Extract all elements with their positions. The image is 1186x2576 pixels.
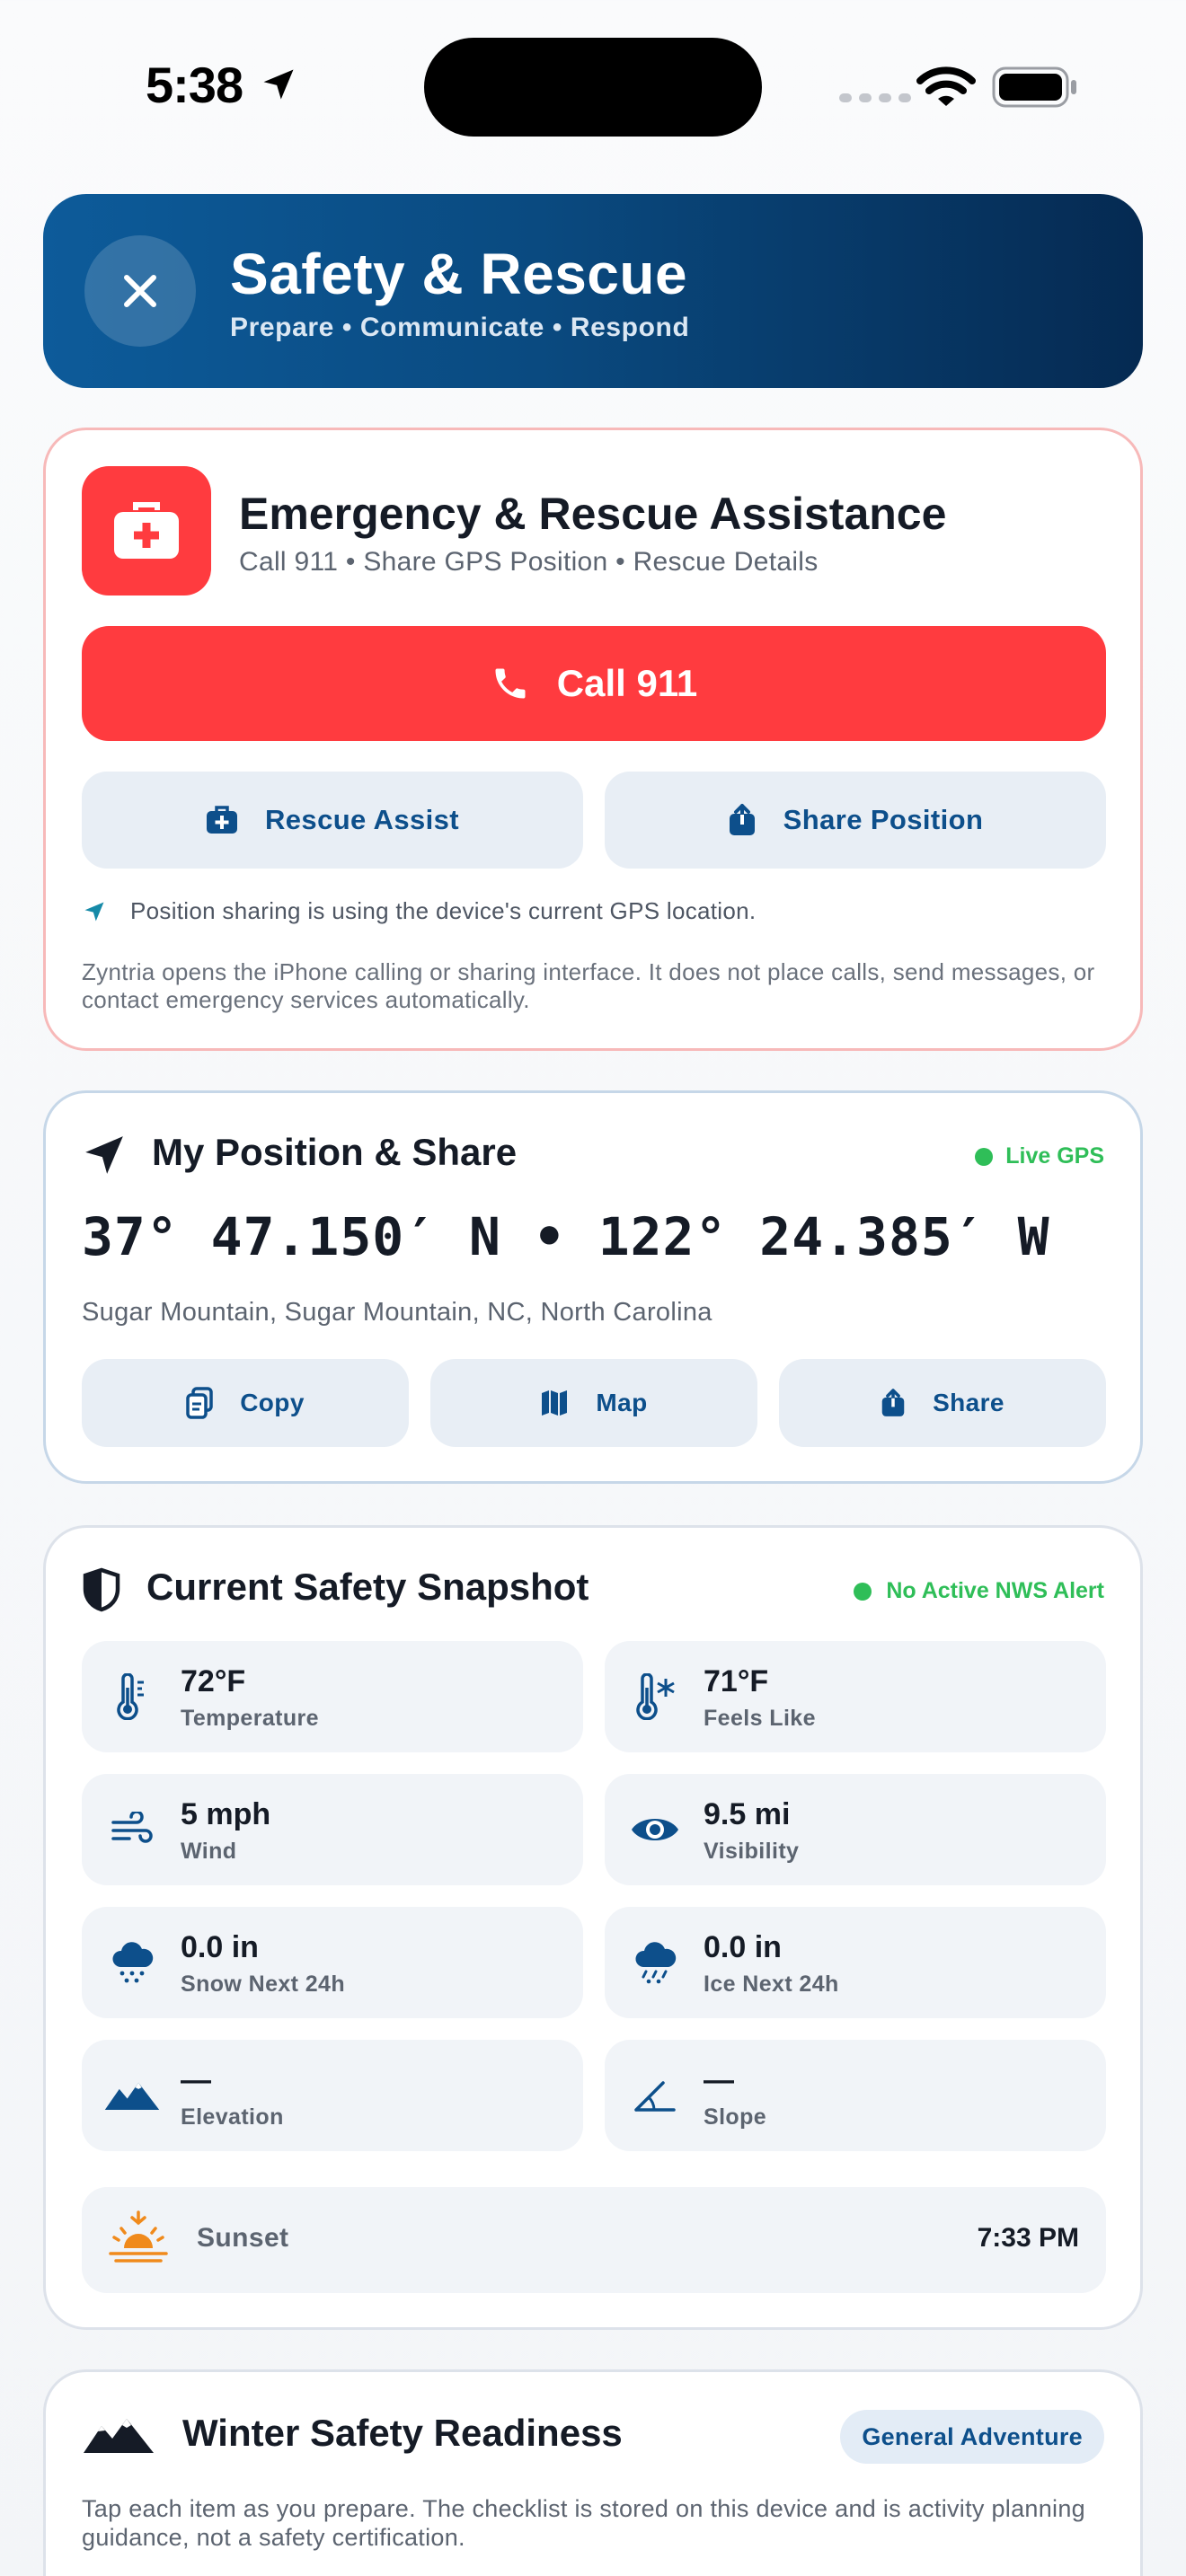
- slope-label: Slope: [704, 2104, 767, 2130]
- wind-tile: 5 mph Wind: [82, 1774, 583, 1885]
- emergency-card: Emergency & Rescue Assistance Call 911 •…: [43, 428, 1143, 1051]
- live-gps-label: Live GPS: [1005, 1143, 1104, 1169]
- gps-note: Position sharing is using the device's c…: [82, 897, 756, 925]
- visibility-value: 9.5 mi: [704, 1797, 791, 1831]
- winter-title: Winter Safety Readiness: [182, 2412, 623, 2454]
- map-label: Map: [596, 1389, 648, 1416]
- ice-value: 0.0 in: [704, 1930, 782, 1964]
- angle-icon: [626, 2067, 684, 2124]
- thermometer-snowflake-icon: [626, 1668, 684, 1725]
- status-time: 5:38: [146, 57, 243, 113]
- copy-button[interactable]: Copy: [82, 1359, 409, 1447]
- copy-label: Copy: [240, 1389, 305, 1416]
- sunset-label: Sunset: [197, 2223, 289, 2253]
- gps-coordinates: 37° 47.150′ N • 122° 24.385′ W: [82, 1206, 1050, 1267]
- snow-label: Snow Next 24h: [181, 1972, 346, 1997]
- emergency-subtitle: Call 911 • Share GPS Position • Rescue D…: [239, 547, 819, 577]
- share-position-label: Share Position: [783, 804, 984, 835]
- temperature-tile: 72°F Temperature: [82, 1641, 583, 1752]
- wifi-icon: [916, 65, 976, 110]
- gps-note-text: Position sharing is using the device's c…: [130, 897, 757, 924]
- map-button[interactable]: Map: [430, 1359, 757, 1447]
- share-position-button[interactable]: Share Position: [605, 772, 1106, 869]
- dynamic-island: [424, 38, 762, 137]
- feels-like-tile: 71°F Feels Like: [605, 1641, 1106, 1752]
- page-title: Safety & Rescue: [230, 242, 688, 306]
- ice-label: Ice Next 24h: [704, 1972, 839, 1997]
- place-name: Sugar Mountain, Sugar Mountain, NC, Nort…: [82, 1298, 712, 1327]
- wind-icon: [103, 1801, 161, 1858]
- close-icon: [119, 270, 161, 312]
- mountains-icon: [82, 2415, 155, 2455]
- medical-bag-icon: [206, 806, 238, 834]
- position-title: My Position & Share: [152, 1131, 518, 1173]
- slope-value: —: [704, 2063, 734, 2097]
- feels-like-value: 71°F: [704, 1664, 769, 1698]
- position-card: My Position & Share Live GPS 37° 47.150′…: [43, 1090, 1143, 1484]
- thermometer-icon: [103, 1668, 161, 1725]
- shield-icon: [82, 1567, 121, 1612]
- location-arrow-icon: [259, 65, 298, 104]
- location-arrow-icon: [82, 899, 107, 924]
- call-911-label: Call 911: [556, 662, 698, 704]
- winter-readiness-card: Winter Safety Readiness General Adventur…: [43, 2369, 1143, 2576]
- sunset-icon: [109, 2210, 168, 2266]
- temperature-label: Temperature: [181, 1706, 319, 1731]
- snapshot-title: Current Safety Snapshot: [146, 1566, 589, 1608]
- snow-tile: 0.0 in Snow Next 24h: [82, 1907, 583, 2018]
- elevation-label: Elevation: [181, 2104, 284, 2130]
- navigation-arrow-icon: [82, 1133, 127, 1178]
- nws-alert-badge: No Active NWS Alert: [854, 1578, 1104, 1604]
- rescue-assist-label: Rescue Assist: [265, 804, 459, 835]
- snow-value: 0.0 in: [181, 1930, 259, 1964]
- mountains-icon: [103, 2067, 161, 2124]
- battery-icon: [992, 66, 1078, 108]
- wind-value: 5 mph: [181, 1797, 271, 1831]
- activity-type-badge[interactable]: General Adventure: [840, 2410, 1104, 2464]
- share-button[interactable]: Share: [779, 1359, 1106, 1447]
- visibility-tile: 9.5 mi Visibility: [605, 1774, 1106, 1885]
- feels-like-label: Feels Like: [704, 1706, 816, 1731]
- winter-description: Tap each item as you prepare. The checkl…: [82, 2495, 1085, 2551]
- status-bar: 5:38: [0, 0, 1186, 171]
- elevation-tile: — Elevation: [82, 2040, 583, 2151]
- nws-alert-label: No Active NWS Alert: [886, 1578, 1104, 1603]
- cellular-signal-icon: [839, 93, 911, 102]
- header-banner: Safety & Rescue Prepare • Communicate • …: [43, 194, 1143, 388]
- page-subtitle: Prepare • Communicate • Respond: [230, 313, 690, 342]
- medical-kit-icon: [82, 466, 211, 595]
- close-button[interactable]: [84, 235, 196, 347]
- map-icon: [540, 1389, 569, 1416]
- ice-tile: 0.0 in Ice Next 24h: [605, 1907, 1106, 2018]
- copy-icon: [186, 1387, 213, 1419]
- alert-status-dot: [854, 1582, 872, 1601]
- visibility-label: Visibility: [704, 1839, 800, 1864]
- cloud-snow-icon: [103, 1934, 161, 1991]
- wind-label: Wind: [181, 1839, 237, 1864]
- rescue-assist-button[interactable]: Rescue Assist: [82, 772, 583, 869]
- call-911-button[interactable]: Call 911: [82, 626, 1106, 741]
- live-status-dot: [975, 1147, 994, 1166]
- safety-snapshot-card: Current Safety Snapshot No Active NWS Al…: [43, 1525, 1143, 2330]
- share-label: Share: [933, 1389, 1005, 1416]
- cloud-sleet-icon: [626, 1934, 684, 1991]
- emergency-title: Emergency & Rescue Assistance: [239, 489, 947, 539]
- elevation-value: —: [181, 2063, 211, 2097]
- phone-icon: [491, 664, 530, 703]
- emergency-disclaimer: Zyntria opens the iPhone calling or shar…: [82, 958, 1095, 1013]
- sunset-value: 7:33 PM: [977, 2223, 1079, 2253]
- live-gps-badge: Live GPS: [975, 1143, 1104, 1169]
- share-icon: [881, 1388, 906, 1418]
- share-icon: [728, 803, 757, 837]
- temperature-value: 72°F: [181, 1664, 246, 1698]
- sunset-tile: Sunset 7:33 PM: [82, 2187, 1106, 2293]
- slope-tile: — Slope: [605, 2040, 1106, 2151]
- eye-icon: [626, 1801, 684, 1858]
